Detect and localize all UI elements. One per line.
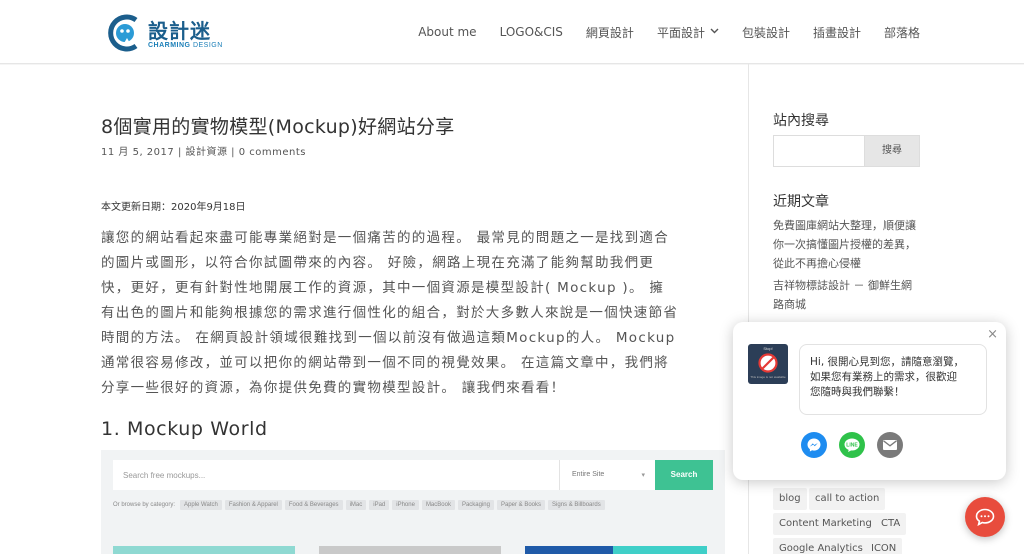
post-comments-link[interactable]: 0 comments <box>239 147 306 158</box>
chat-message: Hi, 很開心見到您，請隨意瀏覽， 如果您有業務上的需求，很歡迎 您隨時與我們聯… <box>799 344 987 415</box>
category-tag: Fashion & Apparel <box>224 500 282 510</box>
email-icon[interactable] <box>877 432 903 458</box>
tag-icon[interactable]: ICON <box>865 538 903 554</box>
section-heading: 1. Mockup World <box>101 418 268 440</box>
site-header: 設計迷 CHARMING DESIGN About me LOGO&CIS 網頁… <box>0 0 1024 64</box>
chat-bubble-icon <box>975 508 995 526</box>
nav-item-graphic-design[interactable]: 平面設計 <box>657 24 719 41</box>
category-tag: Food & Beverages <box>284 500 343 510</box>
nav-item-logo-cis[interactable]: LOGO&CIS <box>500 25 563 39</box>
recent-post-link[interactable]: 免費圖庫網站大整理，順便讓 你一次搞懂圖片授權的差異， 從此不再擔心侵權 <box>773 216 933 273</box>
browse-label: Or browse by category: <box>113 502 176 508</box>
thumbnail <box>525 546 613 554</box>
search-widget-title: 站內搜尋 <box>773 113 829 129</box>
category-tag: iPhone <box>392 500 419 510</box>
chat-launcher-button[interactable] <box>965 497 1005 537</box>
line-icon[interactable]: LINE <box>839 432 865 458</box>
post-title: 8個實用的實物模型(Mockup)好網站分享 <box>101 116 455 138</box>
body-line: 讓您的網站看起來盡可能專業絕對是一個痛苦的的過程。 最常見的問題之一是找到適合 <box>101 230 669 246</box>
nav-item-illustration[interactable]: 插畫設計 <box>813 24 861 41</box>
screenshot-search-bar: Search free mockups... Entire Site ▾ Sear… <box>113 460 713 490</box>
chevron-down-icon <box>710 27 719 37</box>
body-line: 快，更好，更有針對性地開展工作的資源，其中一個資源是模型設計( Mockup )… <box>101 280 665 296</box>
chat-message-line: Hi, 很開心見到您，請隨意瀏覽， <box>810 356 964 368</box>
nav-item-blog[interactable]: 部落格 <box>884 24 920 41</box>
chat-message-line: 如果您有業務上的需求，很歡迎 <box>810 371 957 383</box>
nav-item-about[interactable]: About me <box>418 25 476 39</box>
chat-message-line: 您隨時與我們聯繫！ <box>810 386 905 398</box>
category-tag: MacBook <box>421 500 455 510</box>
category-tag: Signs & Billboards <box>548 500 605 510</box>
chat-channels: LINE <box>801 432 903 458</box>
thumbnail <box>613 546 707 554</box>
recent-post-line: 吉祥物標誌設計 － 御鮮生網 <box>773 279 912 292</box>
logo-tagline: CHARMING DESIGN <box>148 42 223 49</box>
screenshot-thumbnails <box>113 546 713 554</box>
thumbnail <box>319 546 501 554</box>
recent-post-line: 免費圖庫網站大整理，順便讓 <box>773 219 916 232</box>
recent-post-line: 你一次搞懂圖片授權的差異， <box>773 238 916 251</box>
sidebar-search-input[interactable] <box>773 135 865 167</box>
tag-cta[interactable]: CTA <box>875 513 907 535</box>
nav-item-web-design[interactable]: 網頁設計 <box>586 24 634 41</box>
sidebar-search: 搜尋 <box>773 135 920 167</box>
body-line: 有出色的圖片和能夠根據您的需求進行個性化的組合，對於大多數人來說是一個快速節省 <box>101 305 679 321</box>
category-tag: Apple Watch <box>180 500 222 510</box>
body-line: 的圖片或圖形，以符合你試圖帶來的內容。 好險，網路上現在充滿了能夠幫助我們更 <box>101 255 655 271</box>
tag-content-marketing[interactable]: Content Marketing <box>773 513 878 535</box>
mockup-world-screenshot: Search free mockups... Entire Site ▾ Sear… <box>101 450 725 554</box>
svg-text:LINE: LINE <box>846 443 858 449</box>
post-category-link[interactable]: 設計資源 <box>186 147 228 158</box>
tag-blog[interactable]: blog <box>773 488 807 510</box>
nav-item-packaging[interactable]: 包裝設計 <box>742 24 790 41</box>
main-nav: About me LOGO&CIS 網頁設計 平面設計 包裝設計 插畫設計 部落… <box>395 0 920 64</box>
chat-avatar: Stop! This image is not available <box>748 344 788 384</box>
category-tag: iPad <box>369 500 390 510</box>
body-line: 時間的方法。 在網頁設計領域很難找到一個以前沒有做過這類Mockup的人。 Mo… <box>101 330 676 346</box>
sidebar-divider <box>748 64 749 554</box>
thumbnail <box>113 546 295 554</box>
recent-post-link[interactable]: 吉祥物標誌設計 － 御鮮生網 路商城 <box>773 276 933 314</box>
logo-name: 設計迷 <box>148 19 211 43</box>
post-updated-date: 本文更新日期：2020年9月18日 <box>101 202 246 213</box>
tag-call-to-action[interactable]: call to action <box>809 488 886 510</box>
category-tag: Paper & Books <box>496 500 546 510</box>
recent-post-line: 路商城 <box>773 298 806 311</box>
avatar-caption: Stop! <box>763 346 773 351</box>
screenshot-scope-select: Entire Site ▾ <box>559 460 655 490</box>
category-tag: Packaging <box>457 500 494 510</box>
recent-posts-title: 近期文章 <box>773 194 829 210</box>
site-logo[interactable]: 設計迷 CHARMING DESIGN <box>106 12 226 52</box>
post-body: 讓您的網站看起來盡可能專業絕對是一個痛苦的的過程。 最常見的問題之一是找到適合 … <box>101 226 725 401</box>
page: 設計迷 CHARMING DESIGN About me LOGO&CIS 網頁… <box>0 0 1024 554</box>
recent-post-line: 從此不再擔心侵權 <box>773 257 861 270</box>
screenshot-category-list: Or browse by category: Apple Watch Fashi… <box>113 500 713 510</box>
screenshot-search-button: Search <box>655 460 713 490</box>
chat-popup: × Stop! This image is not available Hi, … <box>733 322 1006 480</box>
post-date: 11 月 5, 2017 <box>101 147 175 158</box>
category-tag: iMac <box>345 500 367 510</box>
post-meta: 11 月 5, 2017 | 設計資源 | 0 comments <box>101 147 306 158</box>
logo-mark-icon <box>108 14 138 52</box>
messenger-icon[interactable] <box>801 432 827 458</box>
avatar-caption: This image is not available <box>750 375 786 379</box>
body-line: 通常很容易修改，並可以把你的網站帶到一個不同的視覺效果。 在這篇文章中，我們將 <box>101 355 669 371</box>
screenshot-search-input: Search free mockups... <box>123 471 206 480</box>
close-icon[interactable]: × <box>987 327 998 342</box>
tag-google-analytics[interactable]: Google Analytics <box>773 538 869 554</box>
chevron-down-icon: ▾ <box>641 472 645 479</box>
body-line: 分享一些很好的資源，為你提供免費的實物模型設計。 讓我們來看看！ <box>101 380 566 396</box>
prohibited-icon <box>758 353 778 373</box>
sidebar-search-button[interactable]: 搜尋 <box>864 135 920 167</box>
